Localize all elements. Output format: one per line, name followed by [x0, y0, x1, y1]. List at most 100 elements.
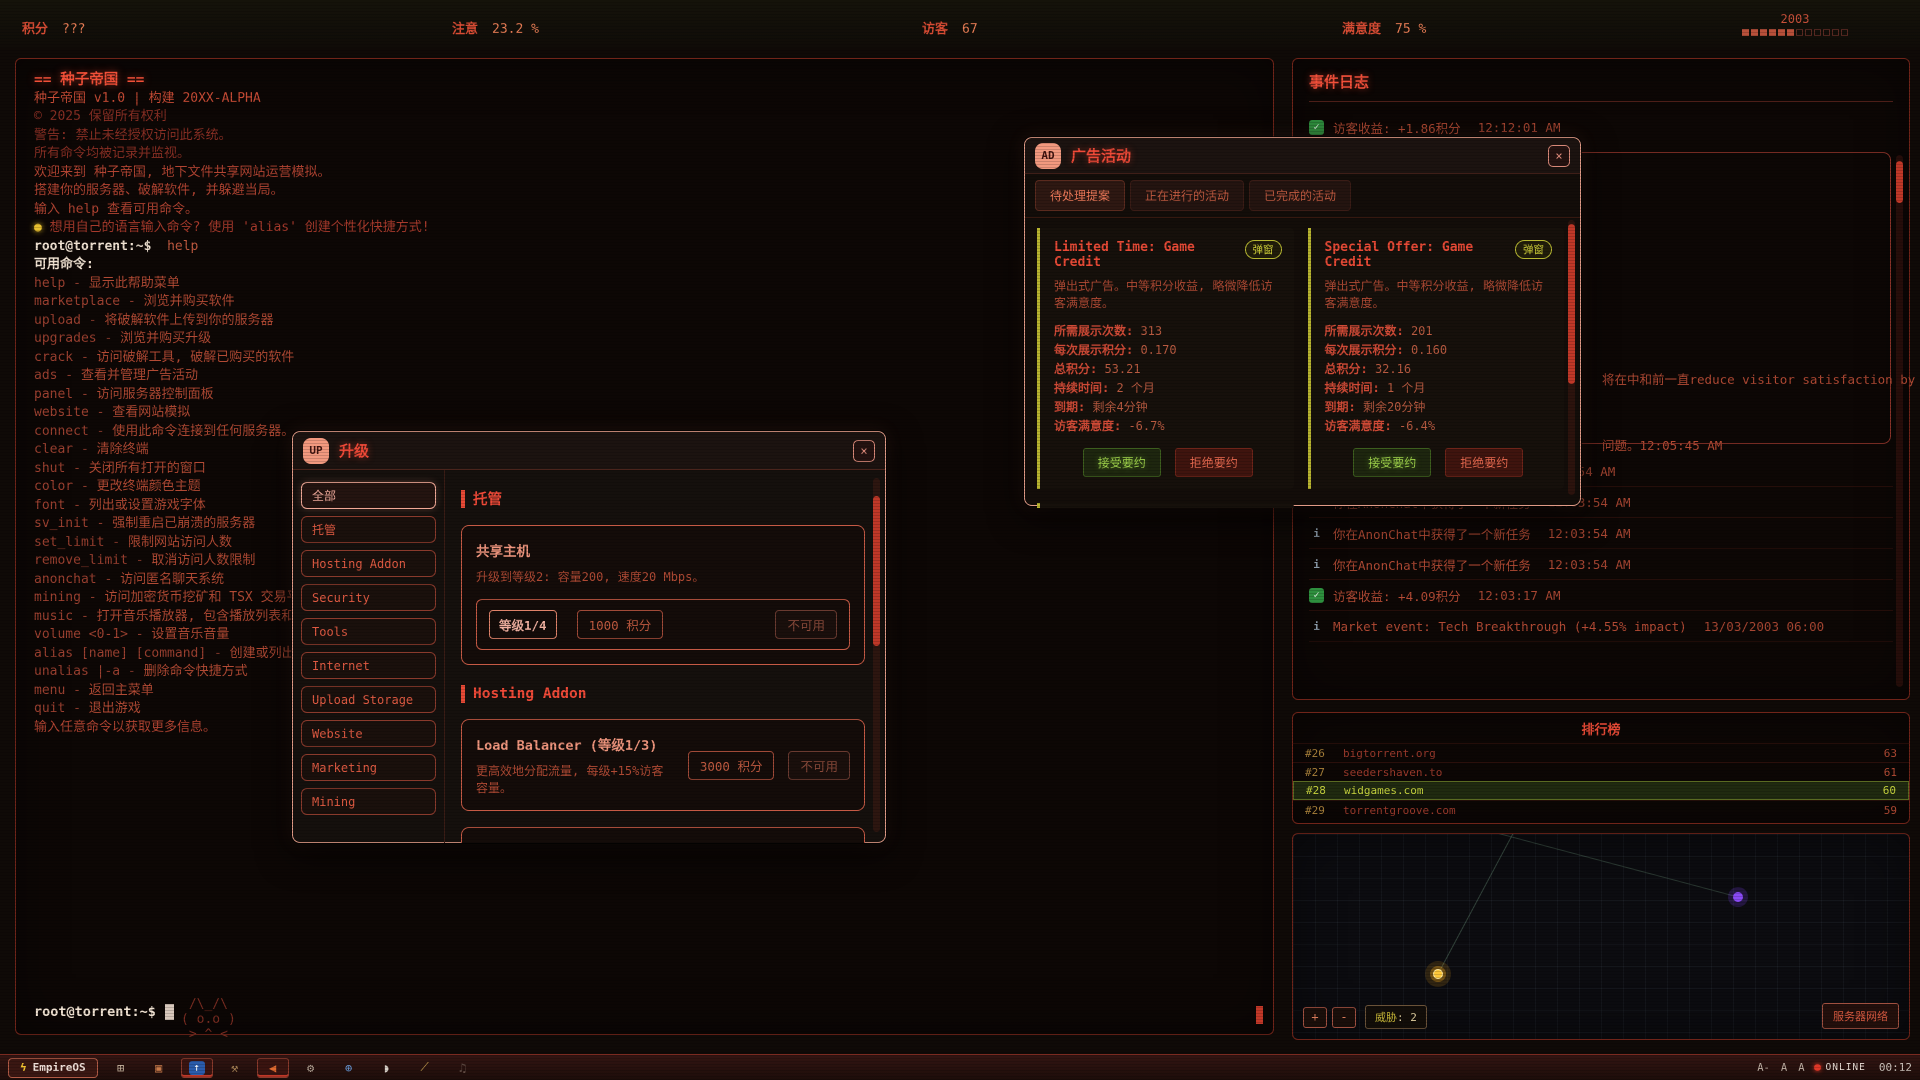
- unavailable-button[interactable]: 不可用: [788, 750, 850, 780]
- upgrade-category-button[interactable]: Marketing: [301, 754, 436, 781]
- ad-stat: 每次展示积分: 0.170: [1054, 343, 1177, 357]
- line-text: © 2025 保留所有权利: [34, 109, 167, 124]
- leaderboard-row[interactable]: #27 seedershaven.to 61: [1293, 762, 1909, 781]
- line-text: 浏览并购买升级: [120, 331, 212, 346]
- line-text: 访问匿名聊天系统: [120, 571, 225, 587]
- event-time: 12:05:45 AM: [1639, 438, 1723, 453]
- font-size-decrease-button[interactable]: A-: [1755, 1062, 1772, 1074]
- progress-dot: [1832, 29, 1839, 36]
- threat-indicator: 威胁: 2: [1365, 1005, 1427, 1029]
- taskbar-icon-mining-pickaxe[interactable]: ⟋: [409, 1058, 441, 1078]
- command-name: upload: [34, 312, 81, 328]
- warning-line-2: 问题。12:05:45 AM: [1602, 438, 1723, 453]
- progress-dot: [1814, 29, 1821, 36]
- taskbar-icons: ⊞ ▣ ↑ ⚒ ◀ ⚙ ⊕ ◗ ⟋ ♫: [105, 1057, 479, 1078]
- event-time: 12:03:54 AM: [1547, 525, 1631, 541]
- taskbar-icon-chat-bubble[interactable]: ◗: [371, 1058, 403, 1078]
- server-network-button[interactable]: 服务器网络: [1822, 1003, 1899, 1029]
- zoom-out-button[interactable]: -: [1332, 1006, 1356, 1028]
- accept-offer-button[interactable]: 接受要约: [1082, 448, 1161, 477]
- shared-hosting-card: 共享主机 升级到等级2: 容量200, 速度20 Mbps。 等级1/4 100…: [461, 525, 865, 665]
- reject-offer-button[interactable]: 拒绝要约: [1174, 448, 1253, 477]
- terminal-input-row[interactable]: root@torrent:~$: [34, 1000, 1263, 1024]
- event-time: 12:12:01 AM: [1477, 119, 1561, 135]
- reject-offer-button[interactable]: 拒绝要约: [1445, 448, 1524, 477]
- ads-tab[interactable]: 待处理提案: [1035, 180, 1126, 211]
- unavailable-button[interactable]: 不可用: [775, 610, 837, 639]
- year-value: 2003: [1780, 12, 1810, 26]
- progress-dot: [1823, 29, 1830, 36]
- taskbar-icon-upload-box[interactable]: ▣: [143, 1058, 175, 1078]
- leaderboard-row[interactable]: #26 bigtorrent.org 63: [1293, 743, 1909, 762]
- terminal-scrollbar-thumb[interactable]: [1256, 1006, 1263, 1024]
- empireos-start-button[interactable]: ϟ EmpireOS: [8, 1057, 98, 1078]
- taskbar-icon-crack-hammer[interactable]: ⚒: [219, 1058, 251, 1078]
- upgrade-category-button[interactable]: Security: [301, 584, 436, 611]
- taskbar-icon-music-note[interactable]: ♫: [447, 1058, 479, 1078]
- progress-dot: [1796, 29, 1803, 36]
- close-icon[interactable]: ×: [853, 439, 875, 462]
- server-network-panel[interactable]: + - 威胁: 2 服务器网络: [1292, 833, 1910, 1040]
- network-edge: [1437, 834, 1514, 975]
- taskbar-icon-settings-gear[interactable]: ⚙: [295, 1058, 327, 1078]
- event-log-scrollbar[interactable]: [1896, 155, 1903, 687]
- command-name: quit: [34, 701, 66, 716]
- ads-tab[interactable]: 已完成的活动: [1249, 180, 1352, 211]
- taskbar-icon-website-globe[interactable]: ⊕: [333, 1058, 365, 1078]
- taskbar-icon-ads-megaphone[interactable]: ◀: [256, 1057, 289, 1078]
- close-icon[interactable]: ×: [1548, 144, 1570, 167]
- line-text: 欢迎来到 种子帝国, 地下文件共享网站运营模拟。: [34, 164, 331, 180]
- event-entry: i 你在AnonChat中获得了一个新任务 12:03:54 AM: [1309, 518, 1893, 549]
- player-server-node[interactable]: [1425, 961, 1451, 987]
- upgrade-category-button[interactable]: Upload Storage: [301, 686, 436, 713]
- line-text: 访问加密货币挖矿和 TSX 交易平台: [104, 590, 313, 605]
- line-text: 查看网站模拟: [112, 405, 191, 420]
- load-balancer-card: Load Balancer (等级1/3) 更高效地分配流量, 每级+15%访客…: [461, 719, 865, 811]
- ads-window-titlebar[interactable]: AD 广告活动 ×: [1025, 138, 1580, 174]
- command-name: marketplace: [34, 294, 121, 309]
- line-text: 想用自己的语言输入命令? 使用 'alias' 创建个性化快捷方式!: [49, 220, 430, 235]
- accept-offer-button[interactable]: 接受要约: [1353, 448, 1432, 477]
- event-text: 访客收益: +4.09积分: [1333, 588, 1461, 604]
- zoom-in-button[interactable]: +: [1303, 1006, 1327, 1028]
- upgrade-category-button[interactable]: Tools: [301, 618, 436, 645]
- upgrade-category-button[interactable]: Hosting Addon: [301, 550, 436, 577]
- rank: #26: [1305, 746, 1325, 760]
- line-text: 返回主菜单: [88, 682, 154, 698]
- ads-card-grid: Limited Time: Game Credit 弹窗 弹出式广告。中等积分收益…: [1025, 218, 1580, 508]
- font-size-large-button[interactable]: A: [1796, 1062, 1806, 1074]
- line-text: 退出游戏: [88, 701, 141, 716]
- visitors-value: 67: [962, 22, 978, 37]
- command-name: root@torrent:~$: [34, 238, 152, 254]
- leaderboard-row[interactable]: #29 torrentgroove.com 59: [1293, 800, 1909, 819]
- leaderboard-row[interactable]: #28 widgames.com 60: [1293, 781, 1909, 800]
- line-text: 设置音乐音量: [151, 627, 230, 642]
- upgrade-category-button[interactable]: Website: [301, 720, 436, 747]
- taskbar-icon-upgrades-arrow[interactable]: ↑: [180, 1057, 213, 1078]
- taskbar: ϟ EmpireOS ⊞ ▣ ↑ ⚒ ◀ ⚙ ⊕ ◗ ⟋ ♫ A- A A ONLINE 00:12: [0, 1054, 1920, 1080]
- scrollbar-thumb[interactable]: [1568, 224, 1575, 384]
- ads-app-icon: AD: [1035, 142, 1061, 169]
- command-name: anonchat: [34, 571, 97, 587]
- upgrade-category-button[interactable]: Mining: [301, 788, 436, 815]
- score: 60: [1882, 784, 1896, 797]
- ad-stat: 访客满意度: -6.7%: [1054, 419, 1165, 433]
- command-name: sv_init: [34, 516, 89, 531]
- progress-dot: [1760, 29, 1767, 36]
- ads-tab[interactable]: 正在进行的活动: [1130, 180, 1245, 211]
- scrollbar-thumb[interactable]: [1896, 161, 1903, 203]
- upgrade-scrollbar[interactable]: [873, 478, 880, 832]
- scrollbar-thumb[interactable]: [873, 496, 880, 646]
- ad-description: 弹出式广告。中等积分收益, 略微降低访客满意度。: [1054, 279, 1273, 310]
- font-size-medium-button[interactable]: A: [1779, 1062, 1789, 1074]
- ad-stat: 所需展示次数: 313: [1054, 324, 1163, 338]
- upgrade-category-button[interactable]: 全部: [301, 482, 436, 509]
- purple-server-node[interactable]: [1728, 887, 1748, 907]
- upgrade-window-titlebar[interactable]: UP 升级 ×: [293, 432, 885, 470]
- upgrade-category-button[interactable]: Internet: [301, 652, 436, 679]
- taskbar-icon-marketplace-cart[interactable]: ⊞: [105, 1058, 137, 1078]
- line-text: 列出或设置游戏字体: [88, 497, 206, 513]
- upgrade-category-button[interactable]: 托管: [301, 516, 436, 543]
- line-text: help: [167, 238, 199, 254]
- ads-scrollbar[interactable]: [1568, 220, 1575, 495]
